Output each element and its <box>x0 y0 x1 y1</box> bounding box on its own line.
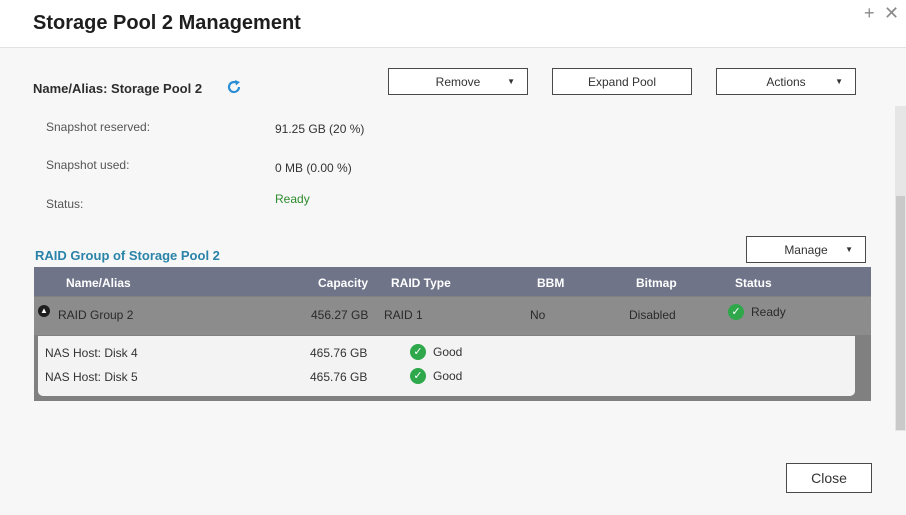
snapshot-reserved-label: Snapshot reserved: <box>46 120 151 134</box>
close-button[interactable]: Close <box>786 463 872 493</box>
disk-status: Good <box>433 345 463 359</box>
check-circle-icon: ✓ <box>410 344 426 360</box>
collapse-icon[interactable]: ▲ <box>38 305 50 317</box>
remove-button[interactable]: Remove ▼ <box>388 68 528 95</box>
group-bitmap: Disabled <box>629 308 676 322</box>
group-status: Ready <box>751 305 786 319</box>
chevron-down-icon: ▼ <box>507 77 515 86</box>
dialog-title: Storage Pool 2 Management <box>33 12 301 34</box>
snapshot-used-label: Snapshot used: <box>46 158 130 172</box>
list-item[interactable]: NAS Host: Disk 5 465.76 GB ✓ Good <box>38 366 855 388</box>
scrollbar-thumb[interactable] <box>896 196 905 430</box>
disk-name: NAS Host: Disk 4 <box>45 346 138 360</box>
check-circle-icon: ✓ <box>410 368 426 384</box>
actions-button[interactable]: Actions ▼ <box>716 68 856 95</box>
chevron-down-icon: ▼ <box>845 245 853 254</box>
group-bbm: No <box>530 308 546 322</box>
refresh-icon[interactable] <box>226 79 242 95</box>
raid-group-table: Name/Alias Capacity RAID Type BBM Bitmap… <box>34 267 871 401</box>
snapshot-reserved-value: 91.25 GB (20 %) <box>275 122 365 136</box>
status-label: Status: <box>46 197 84 211</box>
table-row[interactable]: ▲ RAID Group 2 456.27 GB RAID 1 No Disab… <box>34 297 871 335</box>
disk-name: NAS Host: Disk 5 <box>45 370 138 384</box>
group-capacity: 456.27 GB <box>311 308 369 322</box>
expand-pool-button-label: Expand Pool <box>587 74 657 89</box>
manage-button[interactable]: Manage ▼ <box>746 236 866 263</box>
actions-button-label: Actions <box>766 74 806 89</box>
column-bitmap[interactable]: Bitmap <box>636 276 677 290</box>
close-icon[interactable]: ✕ <box>884 4 899 22</box>
raid-group-section-title: RAID Group of Storage Pool 2 <box>35 248 220 263</box>
column-capacity[interactable]: Capacity <box>318 276 368 290</box>
pool-name-alias: Name/Alias: Storage Pool 2 <box>33 81 203 96</box>
disk-capacity: 465.76 GB <box>310 346 368 360</box>
plus-icon[interactable]: + <box>864 4 875 22</box>
column-bbm[interactable]: BBM <box>537 276 564 290</box>
manage-button-label: Manage <box>784 242 828 257</box>
column-raid-type[interactable]: RAID Type <box>391 276 451 290</box>
snapshot-used-value: 0 MB (0.00 %) <box>275 161 352 175</box>
vertical-scrollbar[interactable] <box>895 106 906 431</box>
chevron-down-icon: ▼ <box>835 77 843 86</box>
group-raid-type: RAID 1 <box>384 308 423 322</box>
expand-pool-button[interactable]: Expand Pool <box>552 68 692 95</box>
dialog-header: Storage Pool 2 Management + ✕ <box>0 0 906 48</box>
status-value: Ready <box>275 192 310 206</box>
column-name[interactable]: Name/Alias <box>66 276 131 290</box>
group-name: RAID Group 2 <box>58 308 134 322</box>
list-item[interactable]: NAS Host: Disk 4 465.76 GB ✓ Good <box>38 342 855 364</box>
disk-list-panel: NAS Host: Disk 4 465.76 GB ✓ Good NAS Ho… <box>38 336 855 396</box>
column-status[interactable]: Status <box>735 276 772 290</box>
disk-capacity: 465.76 GB <box>310 370 368 384</box>
check-circle-icon: ✓ <box>728 304 744 320</box>
disk-status: Good <box>433 369 463 383</box>
remove-button-label: Remove <box>435 74 481 89</box>
table-header: Name/Alias Capacity RAID Type BBM Bitmap… <box>34 267 871 296</box>
